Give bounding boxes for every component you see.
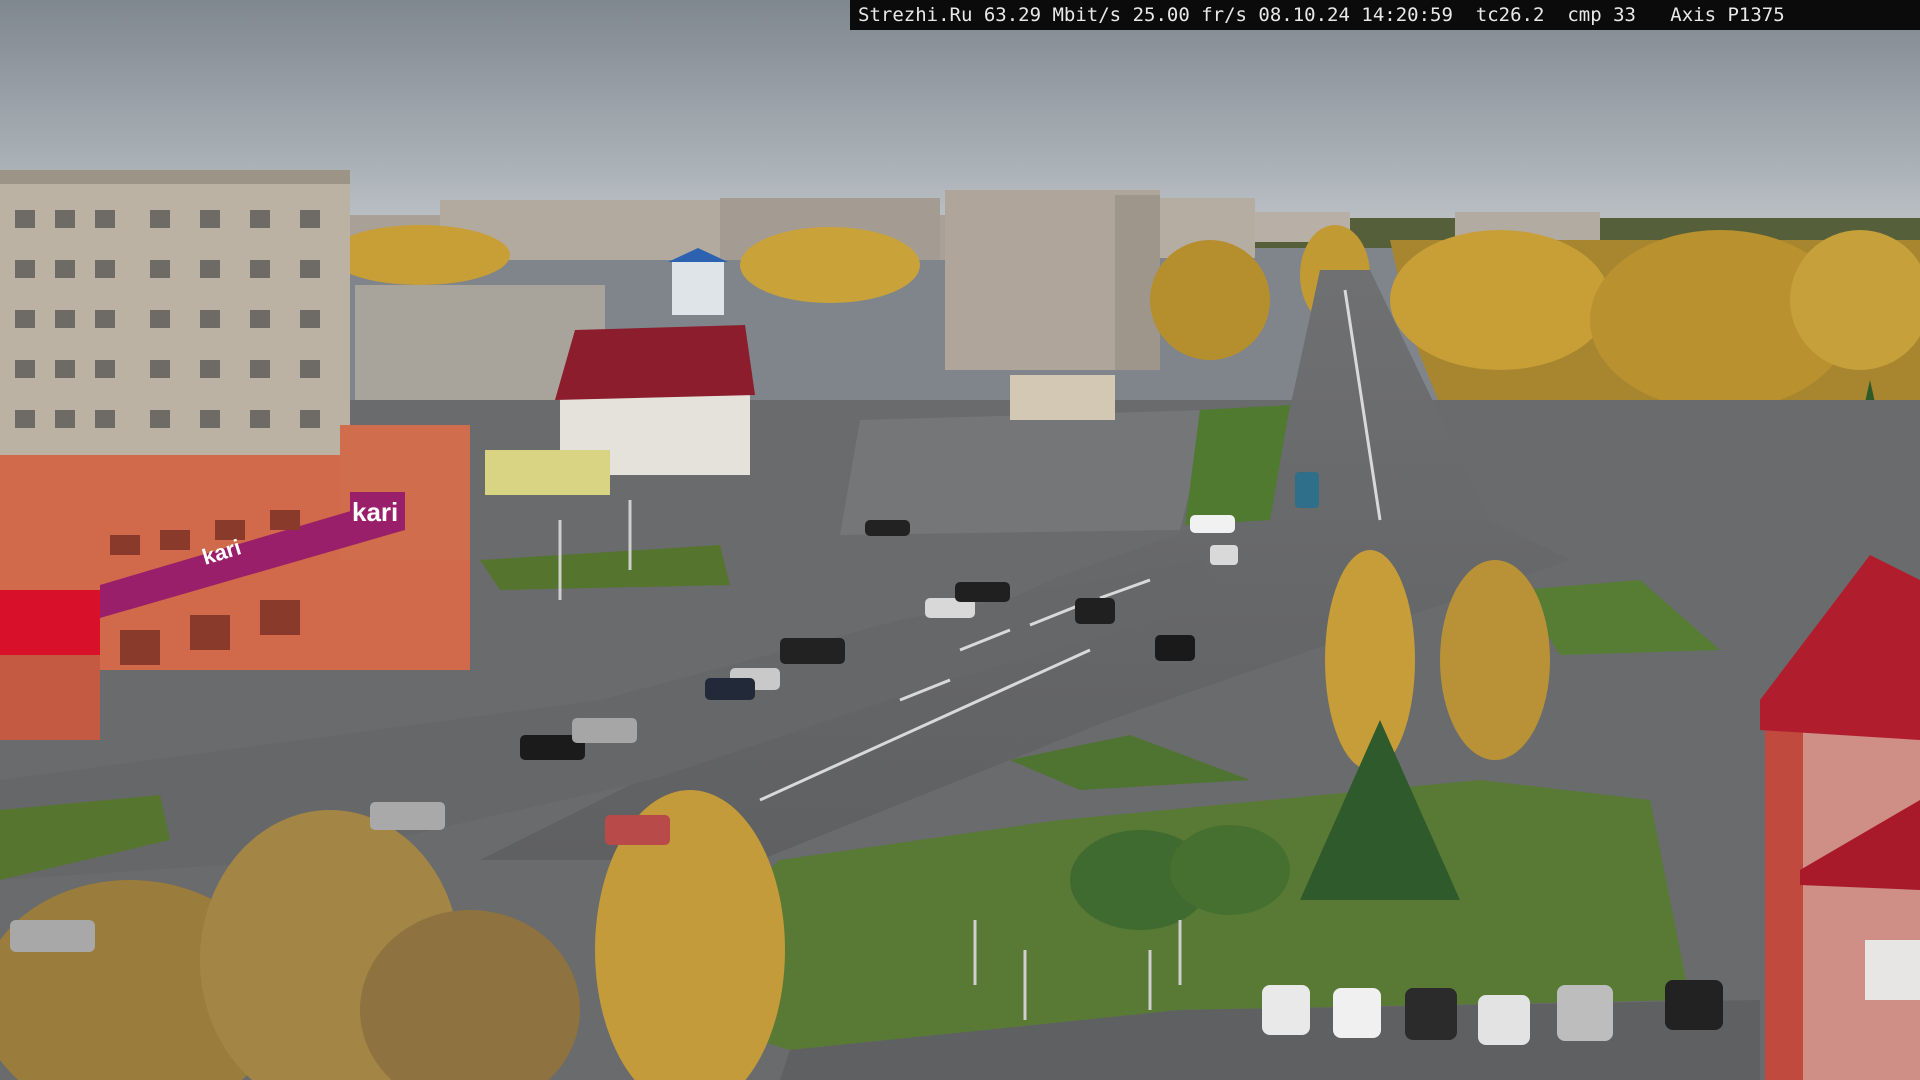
overlay-cmp: cmp 33 [1567, 4, 1636, 26]
overlay-date: 08.10.24 [1258, 4, 1350, 26]
overlay-camera: Axis P1375 [1670, 4, 1785, 26]
overlay-framerate: 25.00 fr/s [1132, 4, 1247, 26]
overlay-tc: tc26.2 [1475, 4, 1545, 26]
overlay-bitrate: 63.29 Mbit/s [983, 4, 1122, 26]
store-logo-kari: kari [352, 497, 398, 527]
beige-building [1010, 375, 1115, 420]
webcam-scene: kari kari [0, 0, 1920, 1080]
overlay-site: Strezhi.Ru [858, 4, 973, 26]
overlay-time: 14:20:59 [1361, 4, 1453, 26]
blue-roof-tower [672, 260, 724, 315]
plaza [840, 410, 1210, 535]
kiosk-green [485, 450, 610, 495]
camera-info-overlay: Strezhi.Ru 63.29 Mbit/s 25.00 fr/s 08.10… [850, 0, 1920, 30]
